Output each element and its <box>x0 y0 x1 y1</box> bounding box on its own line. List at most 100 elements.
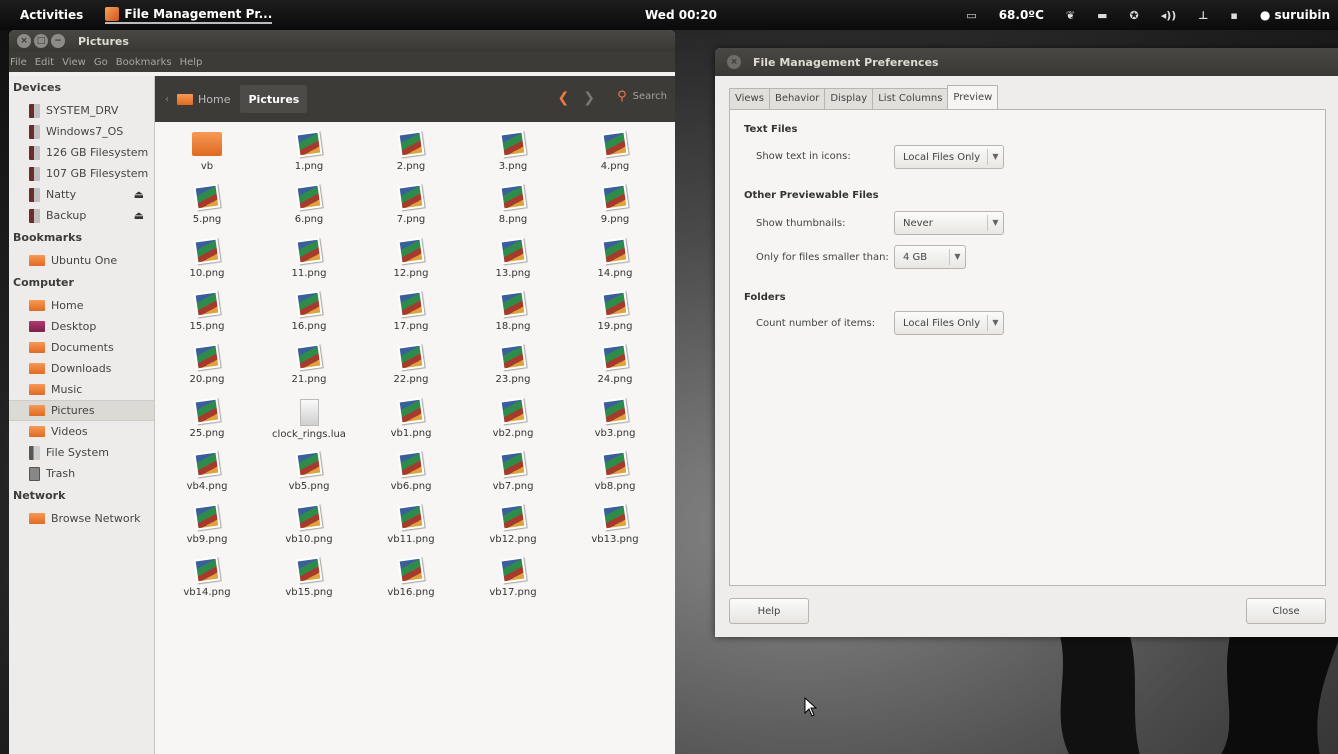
size-limit-combo[interactable]: 4 GB ▼ <box>894 245 966 269</box>
thumbnails-combo[interactable]: Never ▼ <box>894 211 1004 235</box>
file-item[interactable]: vb16.png <box>361 556 461 611</box>
sidebar-item-music[interactable]: Music <box>9 379 154 400</box>
file-item[interactable]: vb3.png <box>565 396 665 452</box>
file-item[interactable]: 3.png <box>463 130 563 185</box>
back-arrow-icon[interactable]: ❮ <box>558 90 570 106</box>
file-item[interactable]: clock_rings.lua <box>259 398 359 452</box>
file-item[interactable]: 18.png <box>463 290 563 345</box>
file-manager-titlebar[interactable]: × □ − Pictures <box>9 30 675 52</box>
file-item[interactable]: 17.png <box>361 290 461 345</box>
menu-file[interactable]: File <box>10 57 27 68</box>
file-item[interactable]: vb11.png <box>361 503 461 558</box>
file-item[interactable]: vb7.png <box>463 450 563 505</box>
count-items-combo[interactable]: Local Files Only ▼ <box>894 311 1004 335</box>
accessibility-icon[interactable]: ✪ <box>1130 9 1139 22</box>
file-item[interactable]: 2.png <box>361 130 461 185</box>
activities-button[interactable]: Activities <box>0 8 95 22</box>
file-item[interactable]: 11.png <box>259 237 359 292</box>
sidebar-item-downloads[interactable]: Downloads <box>9 358 154 379</box>
file-item[interactable]: vb6.png <box>361 450 461 505</box>
sidebar-item-browse-network[interactable]: Browse Network <box>9 508 154 529</box>
menu-help[interactable]: Help <box>180 57 203 68</box>
minimize-icon[interactable]: − <box>51 34 65 48</box>
sidebar-item-desktop[interactable]: Desktop <box>9 316 154 337</box>
help-button[interactable]: Help <box>729 598 809 624</box>
sidebar-item-ubuntu-one[interactable]: Ubuntu One <box>9 250 154 271</box>
menu-view[interactable]: View <box>62 57 86 68</box>
menu-go[interactable]: Go <box>94 57 108 68</box>
file-item[interactable]: 14.png <box>565 237 665 292</box>
search-button[interactable]: ⚲ Search <box>617 89 667 104</box>
file-item[interactable]: 7.png <box>361 183 461 238</box>
close-icon[interactable]: × <box>17 34 31 48</box>
sidebar-item-126gb[interactable]: 126 GB Filesystem <box>9 142 154 163</box>
eject-icon[interactable]: ⏏ <box>134 188 144 201</box>
sidebar-item-system-drv[interactable]: SYSTEM_DRV <box>9 100 154 121</box>
show-text-combo[interactable]: Local Files Only ▼ <box>894 145 1004 169</box>
file-item[interactable]: 12.png <box>361 237 461 292</box>
file-item[interactable]: 13.png <box>463 237 563 292</box>
close-icon[interactable]: × <box>727 55 741 69</box>
network-icon[interactable]: ⊥ <box>1198 9 1208 22</box>
tab-preview[interactable]: Preview <box>947 85 999 109</box>
sidebar-item-file-system[interactable]: File System <box>9 442 154 463</box>
file-item[interactable]: 21.png <box>259 343 359 398</box>
sidebar-item-home[interactable]: Home <box>9 295 154 316</box>
file-item[interactable]: 5.png <box>157 183 257 238</box>
sidebar-item-natty[interactable]: Natty ⏏ <box>9 184 154 205</box>
files-indicator-icon[interactable]: ▬ <box>1097 9 1107 22</box>
menu-edit[interactable]: Edit <box>35 57 54 68</box>
file-item[interactable]: 4.png <box>565 130 665 185</box>
file-item[interactable]: vb13.png <box>565 503 665 558</box>
forward-arrow-icon[interactable]: ❯ <box>583 90 595 106</box>
file-item[interactable]: 9.png <box>565 183 665 238</box>
file-item[interactable]: 6.png <box>259 183 359 238</box>
sidebar-item-windows7-os[interactable]: Windows7_OS <box>9 121 154 142</box>
keyboard-icon[interactable]: ▭ <box>966 9 976 22</box>
sidebar-item-documents[interactable]: Documents <box>9 337 154 358</box>
file-item[interactable]: vb17.png <box>463 556 563 611</box>
tab-display[interactable]: Display <box>824 88 874 109</box>
file-item[interactable]: vb15.png <box>259 556 359 611</box>
file-item[interactable]: 15.png <box>157 290 257 345</box>
active-app-menu[interactable]: File Management Pr... <box>105 6 273 24</box>
file-item[interactable]: vb2.png <box>463 396 563 452</box>
file-item[interactable]: 22.png <box>361 343 461 398</box>
file-item[interactable]: 1.png <box>259 130 359 185</box>
file-item[interactable]: 24.png <box>565 343 665 398</box>
volume-icon[interactable]: ◂)) <box>1161 9 1177 22</box>
sidebar-item-videos[interactable]: Videos <box>9 421 154 442</box>
tab-list-columns[interactable]: List Columns <box>872 88 949 109</box>
file-item[interactable]: vb <box>157 132 257 185</box>
file-item[interactable]: vb14.png <box>157 556 257 611</box>
battery-icon[interactable]: ▪ <box>1230 9 1237 22</box>
sidebar-item-backup[interactable]: Backup ⏏ <box>9 205 154 226</box>
preferences-titlebar[interactable]: × File Management Preferences <box>715 48 1338 76</box>
file-item[interactable]: vb12.png <box>463 503 563 558</box>
tab-views[interactable]: Views <box>729 88 770 109</box>
file-item[interactable]: vb1.png <box>361 396 461 452</box>
file-item[interactable]: 19.png <box>565 290 665 345</box>
eject-icon[interactable]: ⏏ <box>134 209 144 222</box>
file-item[interactable]: vb8.png <box>565 450 665 505</box>
file-item[interactable]: 25.png <box>157 396 257 452</box>
file-item[interactable]: vb4.png <box>157 450 257 505</box>
file-item[interactable]: 20.png <box>157 343 257 398</box>
file-item[interactable]: 8.png <box>463 183 563 238</box>
maximize-icon[interactable]: □ <box>34 34 48 48</box>
breadcrumb-pictures[interactable]: Pictures <box>240 85 308 113</box>
file-item[interactable]: vb5.png <box>259 450 359 505</box>
menu-bookmarks[interactable]: Bookmarks <box>116 57 172 68</box>
sidebar-item-107gb[interactable]: 107 GB Filesystem <box>9 163 154 184</box>
temperature-readout[interactable]: 68.0ºC <box>999 8 1044 22</box>
clock[interactable]: Wed 00:20 <box>645 8 717 22</box>
user-menu[interactable]: ● suruibin <box>1260 8 1330 22</box>
sidebar-item-pictures[interactable]: Pictures <box>9 400 154 421</box>
weather-icon[interactable]: ❦ <box>1066 9 1075 22</box>
close-button[interactable]: Close <box>1246 598 1326 624</box>
tab-behavior[interactable]: Behavior <box>768 88 826 109</box>
file-item[interactable]: vb10.png <box>259 503 359 558</box>
file-item[interactable]: 16.png <box>259 290 359 345</box>
file-item[interactable]: 23.png <box>463 343 563 398</box>
sidebar-item-trash[interactable]: Trash <box>9 463 154 484</box>
